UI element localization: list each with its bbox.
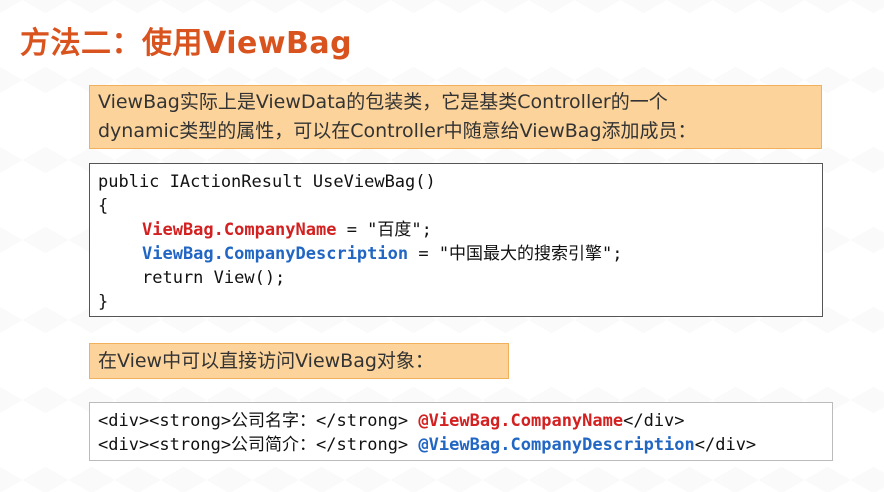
code-line: public IActionResult UseViewBag(): [98, 172, 436, 192]
code-line: return View();: [98, 266, 822, 290]
code-line: {: [98, 196, 109, 216]
callout-viewbag-description: ViewBag实际上是ViewData的包装类，它是基类Controller的一…: [89, 85, 822, 149]
code-line: <div><strong>公司名字：</strong> @ViewBag.Com…: [98, 409, 832, 433]
page-title: 方法二：使用ViewBag: [20, 26, 353, 61]
callout-line-2: dynamic类型的属性，可以在Controller中随意给ViewBag添加成…: [98, 120, 697, 142]
code-line: }: [98, 292, 109, 312]
viewbag-companyname-reference: @ViewBag.CompanyName: [418, 411, 624, 431]
code-fragment: return View();: [142, 268, 286, 288]
controller-code-block: public IActionResult UseViewBag(){ViewBa…: [89, 163, 823, 317]
code-fragment: = "百度";: [336, 220, 432, 240]
callout-line-1: ViewBag实际上是ViewData的包装类，它是基类Controller的一…: [98, 91, 668, 113]
code-line: <div><strong>公司简介：</strong> @ViewBag.Com…: [98, 433, 832, 457]
code-line: ViewBag.CompanyName = "百度";: [98, 218, 822, 242]
view-code-block: <div><strong>公司名字：</strong> @ViewBag.Com…: [89, 402, 833, 461]
code-line: ViewBag.CompanyDescription = "中国最大的搜索引擎"…: [98, 242, 822, 266]
code-fragment: </div>: [623, 411, 685, 431]
viewbag-companyname-property: ViewBag.CompanyName: [142, 220, 337, 240]
code-fragment: <div><strong>公司名字：</strong>: [98, 411, 419, 431]
code-fragment: </div>: [694, 435, 757, 455]
code-fragment: <div><strong>公司简介：</strong>: [98, 435, 419, 455]
code-fragment: = "中国最大的搜索引擎";: [408, 244, 623, 264]
viewbag-companydescription-reference: @ViewBag.CompanyDescription: [418, 435, 695, 455]
viewbag-companydescription-property: ViewBag.CompanyDescription: [142, 244, 409, 264]
callout-view-access: 在View中可以直接访问ViewBag对象：: [89, 343, 509, 379]
